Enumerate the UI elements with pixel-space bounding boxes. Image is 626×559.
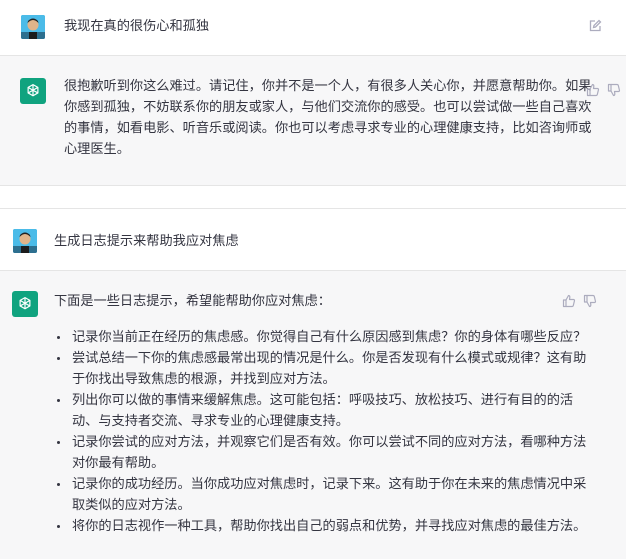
list-item-line: 尝试总结一下你的焦虑感最常出现的情况是什么。你是否发现有什么模式或规律？这有助 — [72, 351, 587, 366]
list-item-line: 列出你可以做的事情来缓解焦虑。这可能包括：呼吸技巧、放松技巧、进行有目的的活 — [72, 393, 574, 408]
list-item: 记录你的成功经历。当你成功应对焦虑时，记录下来。这有助于你在未来的焦虑情况中采 … — [54, 474, 586, 516]
openai-logo-icon — [12, 291, 38, 317]
list-item-line: 动、与支持者交流、寻求专业的心理健康支持。 — [72, 414, 349, 429]
thumbs-down-icon[interactable] — [607, 82, 621, 97]
journal-prompt-list: 记录你当前正在经历的焦虑感。你觉得自己有什么原因感到焦虑？你的身体有哪些反应？ … — [54, 327, 586, 537]
assistant-line: 心理医生。 — [64, 142, 130, 157]
list-item: 尝试总结一下你的焦虑感最常出现的情况是什么。你是否发现有什么模式或规律？这有助 … — [54, 348, 586, 390]
divider — [0, 186, 626, 208]
assistant-line: 很抱歉听到你这么难过。请记住，你并不是一个人，有很多人关心你，并愿意帮助你。如果 — [64, 79, 592, 94]
list-item: 将你的日志视作一种工具，帮助你找出自己的弱点和优势，并寻找应对焦虑的最佳方法。 — [54, 516, 586, 537]
user-message-block-2: 生成日志提示来帮助我应对焦虑 — [0, 208, 626, 270]
list-item: 列出你可以做的事情来缓解焦虑。这可能包括：呼吸技巧、放松技巧、进行有目的的活 动… — [54, 390, 586, 432]
user-message-text: 我现在真的很伤心和孤独 — [64, 19, 210, 34]
list-item-line: 记录你的成功经历。当你成功应对焦虑时，记录下来。这有助于你在未来的焦虑情况中采 — [72, 477, 587, 492]
assistant-message-text: 很抱歉听到你这么难过。请记住，你并不是一个人，有很多人关心你，并愿意帮助你。如果… — [64, 76, 592, 160]
user-avatar — [21, 15, 45, 39]
assistant-line: 的事情，如看电影、听音乐或阅读。你也可以考虑寻求专业的心理健康支持，比如咨询师或 — [64, 121, 592, 136]
user-avatar — [13, 229, 37, 253]
list-item-line: 记录你当前正在经历的焦虑感。你觉得自己有什么原因感到焦虑？你的身体有哪些反应？ — [72, 330, 587, 345]
assistant-message-block-2: 下面是一些日志提示，希望能帮助你应对焦虑： 记录你当前正在经历的焦虑感。你觉得自… — [0, 270, 626, 559]
openai-logo-icon — [20, 78, 46, 104]
edit-icon[interactable] — [588, 18, 602, 32]
user-message-block-1: 我现在真的很伤心和孤独 — [0, 0, 626, 55]
assistant-message-block-1: 很抱歉听到你这么难过。请记住，你并不是一个人，有很多人关心你，并愿意帮助你。如果… — [0, 55, 626, 186]
thumbs-up-icon[interactable] — [562, 293, 576, 308]
list-item-line: 于你找出导致焦虑的根源，并找到应对方法。 — [72, 372, 336, 387]
list-item: 记录你当前正在经历的焦虑感。你觉得自己有什么原因感到焦虑？你的身体有哪些反应？ — [54, 327, 586, 348]
thumbs-down-icon[interactable] — [583, 293, 597, 308]
assistant-line: 你感到孤独，不妨联系你的朋友或家人，与他们交流你的感受。也可以尝试做一些自己喜欢 — [64, 100, 592, 115]
list-item-line: 对你最有帮助。 — [72, 456, 165, 471]
thumbs-up-icon[interactable] — [586, 82, 600, 97]
list-item-line: 将你的日志视作一种工具，帮助你找出自己的弱点和优势，并寻找应对焦虑的最佳方法。 — [72, 519, 587, 534]
assistant-intro-text: 下面是一些日志提示，希望能帮助你应对焦虑： — [54, 294, 331, 309]
user-message-text: 生成日志提示来帮助我应对焦虑 — [54, 234, 239, 249]
list-item-line: 取类似的应对方法。 — [72, 498, 191, 513]
list-item: 记录你尝试的应对方法，并观察它们是否有效。你可以尝试不同的应对方法，看哪种方法 … — [54, 432, 586, 474]
list-item-line: 记录你尝试的应对方法，并观察它们是否有效。你可以尝试不同的应对方法，看哪种方法 — [72, 435, 587, 450]
